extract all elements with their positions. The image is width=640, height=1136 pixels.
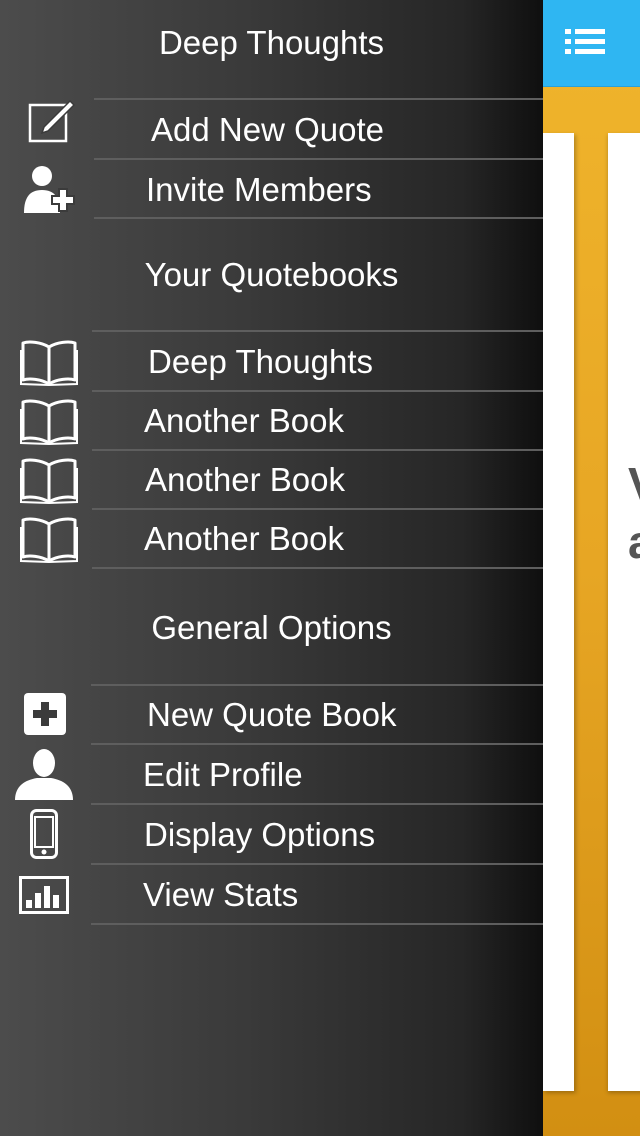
- menu-item-label: Edit Profile: [143, 756, 303, 793]
- add-person-icon: [22, 163, 76, 215]
- book-icon: [19, 397, 79, 445]
- plus-box-icon: [24, 693, 66, 735]
- quote-text-fragment: V: [628, 461, 640, 507]
- menu-item-label: Invite Members: [146, 171, 372, 208]
- divider: [94, 217, 543, 219]
- view-stats-button[interactable]: View Stats: [0, 866, 543, 924]
- book-icon: [19, 338, 79, 386]
- menu-item-label: Another Book: [145, 461, 345, 498]
- quotebook-another-book[interactable]: Another Book: [0, 451, 543, 509]
- quote-card[interactable]: [543, 133, 574, 1091]
- top-navigation-bar: [543, 0, 640, 87]
- divider: [91, 923, 543, 925]
- divider: [92, 330, 543, 332]
- drawer-title: Deep Thoughts: [158, 24, 385, 61]
- book-icon: [19, 456, 79, 504]
- edit-profile-button[interactable]: Edit Profile: [0, 746, 543, 804]
- book-icon: [19, 515, 79, 563]
- divider: [94, 158, 543, 160]
- menu-item-label: Another Book: [144, 402, 344, 439]
- compose-icon: [28, 97, 76, 145]
- invite-members-button[interactable]: Invite Members: [0, 161, 543, 219]
- main-content: V a: [543, 0, 640, 1136]
- menu-item-label: Display Options: [144, 816, 376, 853]
- quote-card[interactable]: V a: [608, 133, 640, 1091]
- divider: [91, 863, 543, 865]
- section-heading-quotebooks: Your Quotebooks: [144, 256, 399, 293]
- divider: [91, 743, 543, 745]
- add-new-quote-button[interactable]: Add New Quote: [0, 99, 543, 159]
- display-options-button[interactable]: Display Options: [0, 806, 543, 864]
- menu-item-label: New Quote Book: [147, 696, 397, 733]
- menu-item-label: Add New Quote: [151, 111, 384, 148]
- phone-icon: [30, 809, 58, 859]
- new-quote-book-button[interactable]: New Quote Book: [0, 686, 543, 744]
- menu-item-label: View Stats: [143, 876, 299, 913]
- menu-item-label: Deep Thoughts: [148, 343, 374, 380]
- quotebook-another-book[interactable]: Another Book: [0, 392, 543, 450]
- quote-text-fragment: a: [628, 519, 640, 565]
- side-drawer: Deep Thoughts Add New Quote Invite Membe…: [0, 0, 543, 1136]
- bar-chart-icon: [19, 876, 69, 914]
- quotebook-another-book[interactable]: Another Book: [0, 510, 543, 568]
- divider: [92, 567, 543, 569]
- divider: [91, 803, 543, 805]
- menu-item-label: Another Book: [144, 520, 344, 557]
- section-heading-general-options: General Options: [151, 609, 392, 646]
- quotebook-deep-thoughts[interactable]: Deep Thoughts: [0, 333, 543, 391]
- divider: [94, 98, 543, 100]
- person-icon: [15, 748, 73, 800]
- list-menu-icon[interactable]: [563, 24, 609, 60]
